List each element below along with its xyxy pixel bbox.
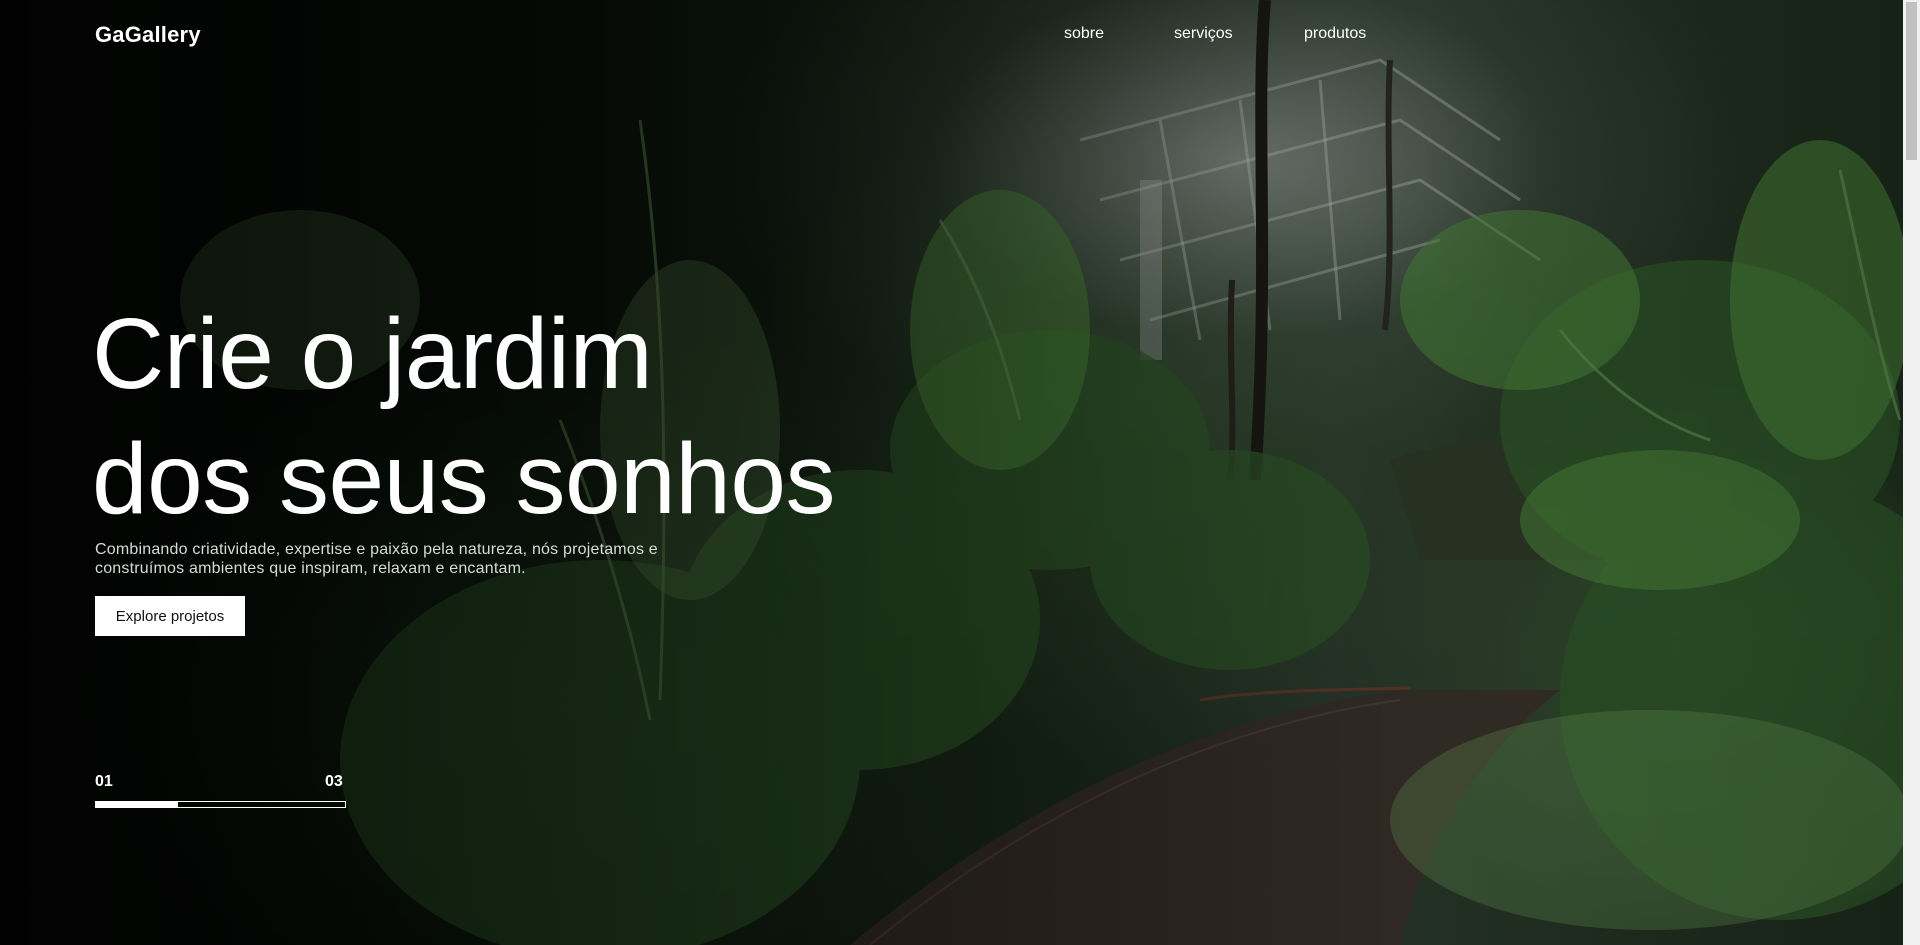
slide-current-number: 01: [95, 773, 113, 790]
site-logo[interactable]: GaGallery: [95, 22, 201, 48]
nav-link-produtos[interactable]: produtos: [1304, 25, 1366, 43]
hero-subtext: Combinando criatividade, expertise e pai…: [95, 541, 658, 577]
scrollbar-thumb[interactable]: [1906, 2, 1917, 160]
slide-progress-bar: [95, 801, 346, 808]
explore-projects-button[interactable]: Explore projetos: [95, 596, 245, 636]
headline-line-2: dos seus sonhos: [92, 423, 836, 535]
headline-line-1: Crie o jardim: [92, 298, 653, 410]
slide-progress-fill: [96, 802, 179, 807]
slide-total-number: 03: [325, 773, 343, 790]
page-scrollbar[interactable]: [1903, 0, 1920, 945]
nav-link-servicos[interactable]: serviços: [1174, 25, 1233, 43]
nav-link-sobre[interactable]: sobre: [1064, 25, 1104, 43]
hero-headline: Crie o jardim dos seus sonhos: [92, 292, 836, 542]
